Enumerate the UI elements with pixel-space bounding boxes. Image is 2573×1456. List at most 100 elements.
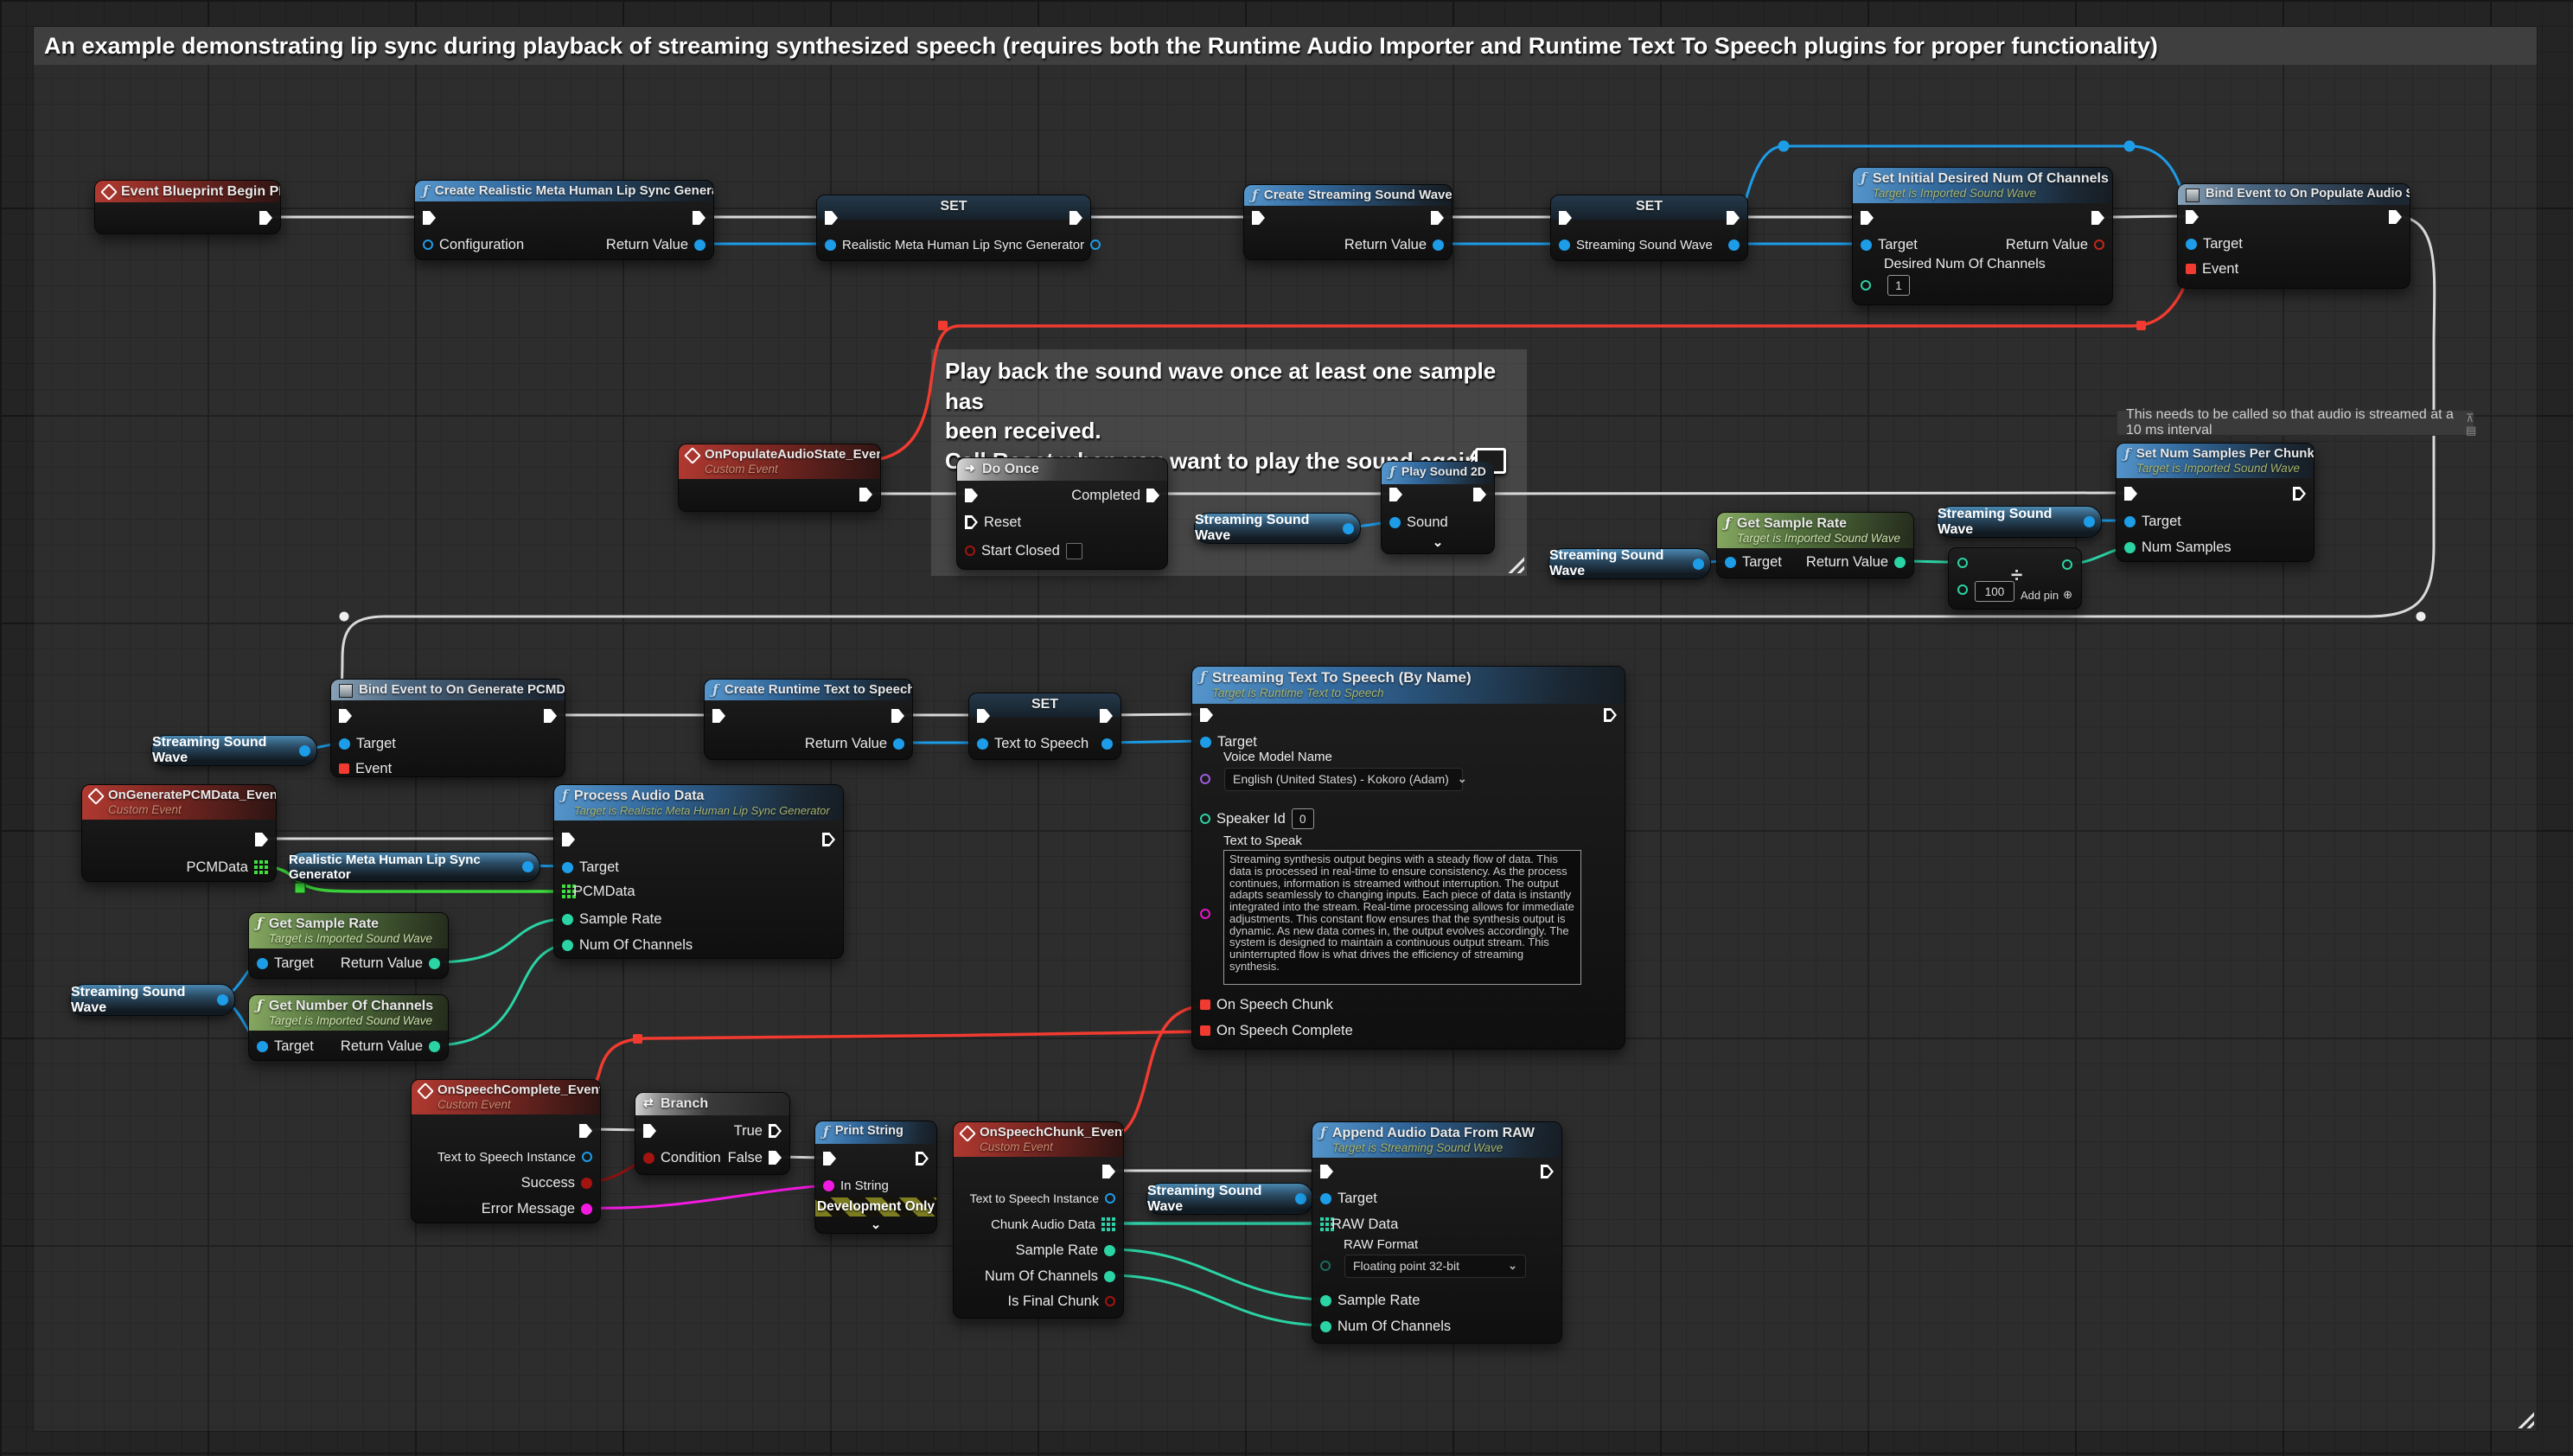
expand-chevron[interactable]: ⌄ [871, 1217, 882, 1232]
node-create-runtime-text-to-speech[interactable]: ƒ Create Runtime Text to Speech Return V… [704, 679, 913, 760]
node-set-lipsync-generator[interactable]: SET Realistic Meta Human Lip Sync Genera… [816, 195, 1091, 261]
node-create-lipsync-generator[interactable]: ƒ Create Realistic Meta Human Lip Sync G… [414, 180, 714, 260]
divide-input-a-pin[interactable] [1957, 558, 1968, 568]
exec-in-pin[interactable] [2186, 210, 2199, 224]
exec-in-pin[interactable] [1200, 708, 1213, 722]
raw-format-pin[interactable] [1320, 1261, 1331, 1271]
configuration-pin[interactable] [423, 239, 433, 250]
divide-input-b-value[interactable]: 100 [1975, 581, 2014, 602]
node-divide[interactable]: 100 ÷ Add pin⊕ [1948, 547, 2082, 610]
exec-out-pin[interactable] [1100, 709, 1113, 723]
var-streaming-sound-wave[interactable]: Streaming Sound Wave [70, 984, 235, 1016]
exec-out-pin[interactable] [859, 488, 872, 501]
exec-out-pin[interactable] [822, 833, 835, 846]
value-out-pin[interactable] [299, 745, 310, 757]
speaker-id-value[interactable]: 0 [1292, 808, 1314, 829]
node-bind-event-populate-audio-state[interactable]: Bind Event to On Populate Audio State Ta… [2177, 183, 2410, 289]
exec-in-pin[interactable] [1389, 488, 1402, 501]
condition-pin[interactable] [643, 1153, 654, 1164]
node-onpopulate-audiostate-event[interactable]: OnPopulateAudioState_Event Custom Event [678, 444, 881, 512]
sample-rate-pin[interactable] [1104, 1245, 1115, 1256]
exec-in-pin[interactable] [965, 489, 978, 502]
true-pin[interactable] [769, 1124, 782, 1138]
node-event-begin-play[interactable]: Event Blueprint Begin Play [94, 180, 281, 234]
node-append-audio-data-from-raw[interactable]: ƒ Append Audio Data From RAW Target is S… [1312, 1121, 1562, 1344]
node-streaming-text-to-speech[interactable]: ƒ Streaming Text To Speech (By Name) Tar… [1191, 666, 1625, 1050]
exec-out-pin[interactable] [2091, 211, 2104, 225]
return-value-pin[interactable] [429, 1041, 440, 1052]
success-pin[interactable] [581, 1178, 592, 1189]
exec-out-pin[interactable] [579, 1124, 592, 1138]
pcmdata-pin[interactable] [254, 860, 258, 864]
var-streaming-sound-wave[interactable]: Streaming Sound Wave [1146, 1183, 1313, 1215]
exec-in-pin[interactable] [1252, 211, 1265, 225]
value-out-pin[interactable] [217, 994, 228, 1006]
exec-out-pin[interactable] [916, 1152, 929, 1165]
node-set-streaming-sound-wave[interactable]: SET Streaming Sound Wave [1550, 195, 1748, 261]
tts-instance-pin[interactable] [582, 1152, 592, 1162]
exec-out-pin[interactable] [1102, 1165, 1115, 1178]
target-pin[interactable] [1320, 1193, 1331, 1204]
target-pin[interactable] [1200, 737, 1211, 748]
target-pin[interactable] [257, 1041, 268, 1052]
text-to-speak-pin[interactable] [1200, 909, 1210, 919]
chunk-audio-data-pin[interactable] [1101, 1217, 1105, 1221]
value-in-pin[interactable] [1559, 239, 1570, 251]
node-set-text-to-speech[interactable]: SET Text to Speech [968, 693, 1121, 760]
exec-out-pin[interactable] [693, 211, 706, 225]
false-pin[interactable] [769, 1151, 782, 1165]
exec-out-pin[interactable] [891, 709, 904, 723]
exec-out-pin[interactable] [1727, 211, 1740, 225]
num-samples-pin[interactable] [2124, 542, 2136, 553]
voice-model-pin[interactable] [1200, 774, 1210, 784]
exec-in-pin[interactable] [423, 211, 436, 225]
voice-model-dropdown[interactable]: English (United States) - Kokoro (Adam)⌄ [1224, 768, 1463, 791]
value-out-pin[interactable] [2084, 516, 2095, 527]
exec-out-pin[interactable] [2389, 210, 2402, 224]
completed-pin[interactable] [1146, 489, 1159, 502]
exec-in-pin[interactable] [825, 211, 838, 225]
exec-in-pin[interactable] [2124, 487, 2137, 501]
exec-out-pin[interactable] [1604, 708, 1617, 722]
node-ongenerate-pcmdata-event[interactable]: OnGeneratePCMData_Event Custom Event PCM… [81, 784, 277, 882]
sample-rate-pin[interactable] [562, 914, 573, 925]
node-get-sample-rate-left[interactable]: ƒ Get Sample Rate Target is Imported Sou… [248, 912, 449, 979]
target-pin[interactable] [2186, 239, 2197, 250]
exec-out-pin[interactable] [1431, 211, 1444, 225]
exec-out-pin[interactable] [2293, 487, 2306, 501]
in-string-pin[interactable] [823, 1180, 834, 1191]
node-branch[interactable]: ⇄ Branch True Condition False [635, 1092, 790, 1175]
num-channels-pin[interactable] [1104, 1271, 1115, 1282]
value-out-pin[interactable] [1295, 1193, 1306, 1204]
exec-out-pin[interactable] [1473, 488, 1486, 501]
num-channels-pin[interactable] [1320, 1321, 1331, 1332]
return-value-pin[interactable] [2094, 239, 2104, 250]
value-out-pin[interactable] [522, 861, 533, 872]
var-lipsync-generator[interactable]: Realistic Meta Human Lip Sync Generator [288, 852, 540, 882]
return-value-pin[interactable] [429, 958, 440, 969]
divide-input-b-pin[interactable] [1957, 584, 1968, 595]
target-pin[interactable] [257, 958, 268, 969]
tts-instance-pin[interactable] [1105, 1193, 1115, 1204]
exec-in-pin[interactable] [643, 1124, 656, 1138]
sample-rate-pin[interactable] [1320, 1295, 1331, 1306]
exec-out-pin[interactable] [1069, 211, 1082, 225]
node-process-audio-data[interactable]: ƒ Process Audio Data Target is Realistic… [553, 784, 844, 959]
exec-out-pin[interactable] [259, 211, 272, 225]
desired-num-value[interactable]: 1 [1887, 275, 1910, 296]
target-pin[interactable] [562, 862, 573, 873]
speaker-id-pin[interactable] [1200, 814, 1210, 824]
error-message-pin[interactable] [581, 1204, 592, 1215]
raw-format-dropdown[interactable]: Floating point 32-bit⌄ [1344, 1255, 1526, 1278]
value-out-pin[interactable] [1101, 738, 1113, 750]
node-get-number-of-channels[interactable]: ƒ Get Number Of Channels Target is Impor… [248, 994, 449, 1061]
node-print-string[interactable]: ƒ Print String In String Development Onl… [814, 1121, 937, 1234]
expand-chevron[interactable]: ⌄ [1433, 534, 1444, 550]
desired-num-pin[interactable] [1861, 280, 1871, 291]
node-do-once[interactable]: ➜ Do Once Completed Reset Start Closed [956, 457, 1168, 570]
exec-out-pin[interactable] [255, 833, 268, 846]
sound-pin[interactable] [1389, 517, 1401, 528]
var-streaming-sound-wave[interactable]: Streaming Sound Wave [1194, 513, 1361, 544]
target-pin[interactable] [2124, 516, 2136, 527]
start-closed-pin[interactable] [965, 546, 975, 556]
